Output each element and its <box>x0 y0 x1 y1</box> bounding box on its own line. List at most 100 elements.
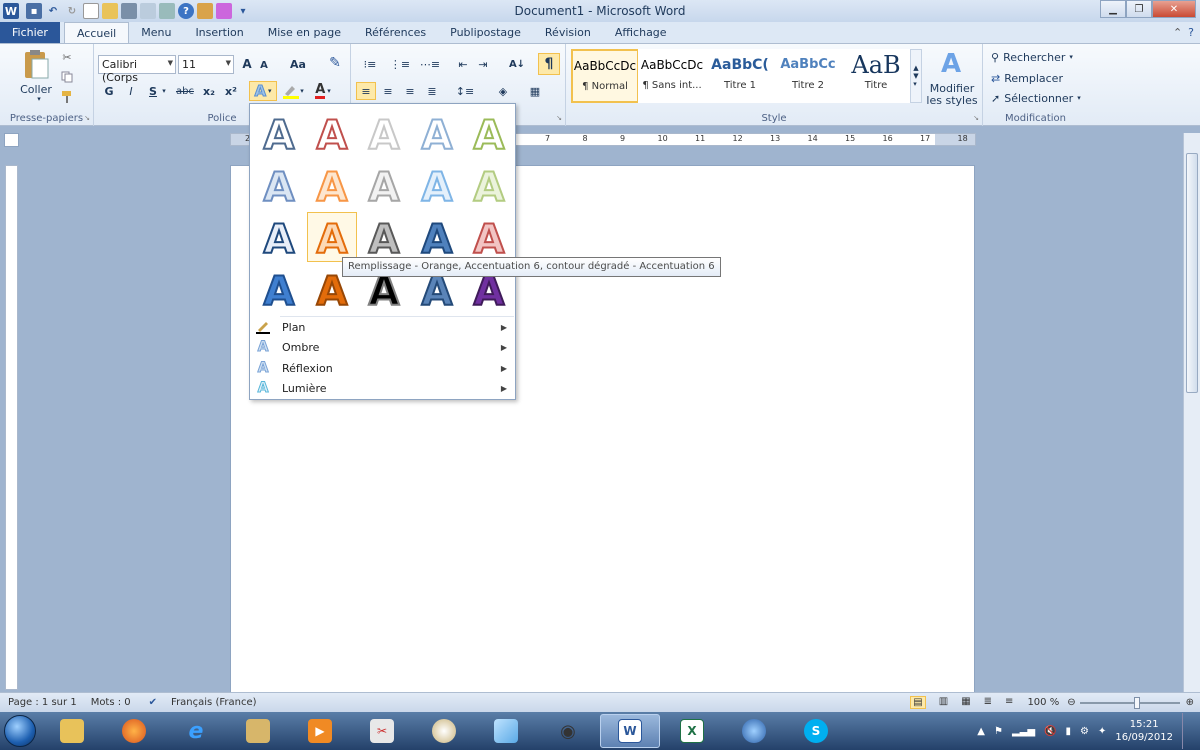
minimize-button[interactable]: ▁ <box>1100 0 1126 18</box>
open-icon[interactable] <box>102 3 118 19</box>
tab-affichage[interactable]: Affichage <box>603 22 679 43</box>
text-effect-style-11[interactable]: A <box>254 212 304 262</box>
menu-item-lumiere[interactable]: A Lumière ▶ <box>250 378 515 398</box>
taskbar-paint[interactable] <box>414 714 474 748</box>
text-effect-style-8[interactable]: A <box>359 160 409 210</box>
proofing-icon[interactable]: ✔ <box>149 697 157 708</box>
tray-expand-icon[interactable]: ▲ <box>977 726 985 737</box>
text-effect-style-7[interactable]: A <box>307 160 357 210</box>
zoom-out-icon[interactable]: ⊖ <box>1067 697 1075 708</box>
full-screen-reading-icon[interactable]: ▥ <box>939 696 948 709</box>
paragraph-launcher-icon[interactable]: ↘ <box>555 114 563 122</box>
modify-styles-icon[interactable]: A <box>931 49 971 79</box>
style-titre[interactable]: AaB Titre <box>842 49 910 103</box>
usb-icon[interactable]: ⚙ <box>1080 726 1089 737</box>
style-titre-1[interactable]: AaBbC( Titre 1 <box>706 49 774 103</box>
tab-publipostage[interactable]: Publipostage <box>438 22 533 43</box>
new-document-icon[interactable] <box>83 3 99 19</box>
taskbar-word[interactable]: W <box>600 714 660 748</box>
text-effect-style-3[interactable]: A <box>359 108 409 158</box>
align-center-icon[interactable]: ≡ <box>379 82 397 100</box>
paste-dropdown-icon[interactable]: ▾ <box>34 94 44 104</box>
zoom-slider[interactable] <box>1079 696 1180 709</box>
taskbar-mail[interactable] <box>228 714 288 748</box>
text-effect-style-10[interactable]: A <box>464 160 514 210</box>
underline-button[interactable]: S <box>146 83 160 99</box>
language[interactable]: Français (France) <box>171 697 256 708</box>
taskbar-skype[interactable]: S <box>786 714 846 748</box>
tab-fichier[interactable]: Fichier <box>0 22 60 43</box>
text-effect-style-6[interactable]: A <box>254 160 304 210</box>
clipboard-launcher-icon[interactable]: ↘ <box>83 114 91 122</box>
italic-button[interactable]: I <box>124 83 138 99</box>
taskbar-notes[interactable] <box>476 714 536 748</box>
print-preview-icon[interactable] <box>140 3 156 19</box>
text-effect-style-16[interactable]: A <box>254 264 304 314</box>
font-color-button[interactable]: A ▾ <box>310 82 336 100</box>
volume-icon[interactable]: 🔇 <box>1044 726 1056 737</box>
spelling-icon[interactable] <box>159 3 175 19</box>
subscript-button[interactable]: x₂ <box>200 83 218 99</box>
taskbar-excel[interactable]: X <box>662 714 722 748</box>
align-left-icon[interactable]: ≡ <box>356 82 376 100</box>
font-name-combo[interactable]: Calibri (Corps ▼ <box>98 55 176 84</box>
decrease-indent-icon[interactable]: ⇤ <box>455 56 471 72</box>
taskbar-ie[interactable]: e <box>166 714 226 748</box>
table-icon[interactable] <box>216 3 232 19</box>
scrollbar-thumb[interactable] <box>1186 153 1198 393</box>
picture-icon[interactable] <box>197 3 213 19</box>
vertical-ruler[interactable] <box>5 165 18 690</box>
show-formatting-button[interactable]: ¶ <box>538 53 560 75</box>
styles-scroll-control[interactable]: ▲ ▼ ▾ <box>910 49 922 103</box>
multilevel-list-icon[interactable]: ⋯≡ <box>417 56 443 72</box>
style-normal[interactable]: AaBbCcDc ¶ Normal <box>571 49 639 103</box>
superscript-button[interactable]: x² <box>222 83 240 99</box>
text-effect-style-15[interactable]: A <box>464 212 514 262</box>
styles-launcher-icon[interactable]: ↘ <box>972 114 980 122</box>
borders-icon[interactable]: ▦ <box>523 82 547 100</box>
underline-dropdown-icon[interactable]: ▾ <box>160 84 168 98</box>
tab-mise-en-page[interactable]: Mise en page <box>256 22 353 43</box>
zoom-in-icon[interactable]: ⊕ <box>1186 697 1194 708</box>
text-effect-style-4[interactable]: A <box>412 108 462 158</box>
tab-menu[interactable]: Menu <box>129 22 183 43</box>
shading-icon[interactable]: ◈ <box>491 82 515 100</box>
print-layout-icon[interactable]: ▤ <box>910 696 926 709</box>
help-icon[interactable]: ? <box>178 3 194 19</box>
menu-item-ombre[interactable]: A Ombre ▶ <box>250 337 515 357</box>
replace-button[interactable]: ⇄ Remplacer <box>991 70 1086 86</box>
zoom-level[interactable]: 100 % <box>1027 697 1059 708</box>
text-effect-style-12[interactable]: A <box>306 212 357 262</box>
justify-icon[interactable]: ≣ <box>423 82 441 100</box>
undo-icon[interactable]: ↶ <box>45 3 61 19</box>
restore-button[interactable]: ❐ <box>1126 0 1152 18</box>
menu-item-reflexion[interactable]: A Réflexion ▶ <box>250 358 515 378</box>
taskbar-firefox[interactable] <box>104 714 164 748</box>
tab-references[interactable]: Références <box>353 22 438 43</box>
text-effect-style-13[interactable]: A <box>359 212 409 262</box>
grow-font-button[interactable]: A <box>239 56 255 72</box>
redo-icon[interactable]: ↻ <box>64 3 80 19</box>
taskbar-thunderbird[interactable] <box>724 714 784 748</box>
cut-icon[interactable]: ✂ <box>60 50 74 64</box>
outline-view-icon[interactable]: ≣ <box>984 696 992 709</box>
customize-toolbar-icon[interactable]: ▾ <box>235 3 251 19</box>
bold-button[interactable]: G <box>102 83 116 99</box>
word-count[interactable]: Mots : 0 <box>91 697 131 708</box>
format-painter-icon[interactable] <box>60 90 74 104</box>
tab-selector[interactable] <box>4 133 19 147</box>
power-icon[interactable]: ▮ <box>1065 726 1071 737</box>
text-effect-style-9[interactable]: A <box>412 160 462 210</box>
copy-icon[interactable] <box>60 70 74 84</box>
line-spacing-icon[interactable]: ↕≡ <box>453 82 477 100</box>
flag-icon[interactable]: ⚑ <box>994 726 1003 737</box>
print-icon[interactable] <box>121 3 137 19</box>
tab-accueil[interactable]: Accueil <box>63 22 130 43</box>
text-effect-style-1[interactable]: A <box>254 108 304 158</box>
show-desktop-button[interactable] <box>1182 713 1192 749</box>
strikethrough-button[interactable]: abc <box>174 83 196 99</box>
minimize-ribbon-icon[interactable]: ⌃ <box>1173 26 1182 39</box>
shrink-font-button[interactable]: A <box>257 58 271 72</box>
font-size-combo[interactable]: 11 ▼ <box>178 55 234 74</box>
align-right-icon[interactable]: ≡ <box>401 82 419 100</box>
